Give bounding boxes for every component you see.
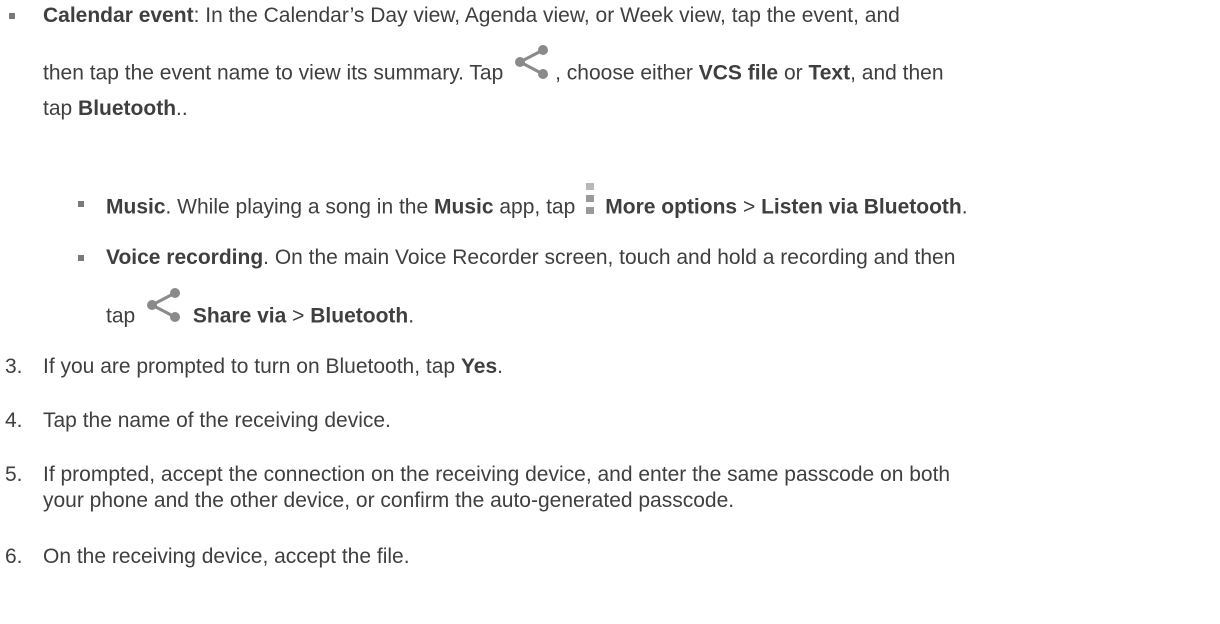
calendar-event-title: Calendar event [43, 4, 194, 27]
music-text: . While playing a song in the [165, 195, 429, 219]
bullet-marker [78, 201, 84, 207]
music-title: Music [106, 195, 166, 219]
step-text: If you are prompted to turn on Bluetooth… [43, 355, 461, 378]
voice-recording-title: Voice recording [106, 246, 264, 269]
step-number: 5. [5, 463, 23, 486]
bullet-marker [9, 13, 15, 19]
step-number: 3. [5, 355, 23, 378]
calendar-event-text: or [783, 61, 803, 85]
voice-recording-line-1: Voice recording. On the main Voice Recor… [106, 245, 955, 271]
calendar-event-text: .. [176, 97, 188, 120]
share-icon [145, 288, 183, 322]
share-icon [513, 45, 551, 79]
step-text: If prompted, accept the connection on th… [43, 463, 951, 486]
calendar-event-line-2: then tap the event name to view its summ… [43, 45, 944, 91]
step-4-text: Tap the name of the receiving device. [43, 408, 391, 434]
calendar-event-text: , choose either [555, 61, 693, 85]
calendar-event-line-3: tap Bluetooth.. [43, 96, 188, 122]
bullet-marker [78, 255, 84, 261]
step-text: your phone and the other device, or conf… [43, 489, 735, 512]
step-3-text: If you are prompted to turn on Bluetooth… [43, 354, 503, 380]
bluetooth-option: Bluetooth [78, 97, 177, 120]
calendar-event-line-1: Calendar event: In the Calendar’s Day vi… [43, 3, 900, 29]
calendar-event-text: : In the Calendar’s Day view, Agenda vie… [193, 4, 900, 27]
music-app-name: Music [434, 195, 494, 219]
bluetooth-option: Bluetooth [310, 304, 409, 328]
music-line: Music. While playing a song in the Music… [106, 183, 968, 225]
share-via-label: Share via [192, 304, 287, 328]
step-text: . [497, 355, 503, 378]
calendar-event-text: , and then [850, 61, 944, 85]
step-number: 6. [5, 545, 23, 568]
vcs-file-option: VCS file [698, 61, 779, 85]
voice-recording-text: . On the main Voice Recorder screen, tou… [263, 246, 956, 269]
step-text: On the receiving device, accept the file… [43, 545, 410, 568]
calendar-event-text: then tap the event name to view its summ… [43, 61, 504, 85]
more-options-label: More options [605, 195, 738, 219]
voice-recording-line-2: tap Share via > Bluetooth. [106, 288, 415, 334]
music-text: . [961, 195, 968, 219]
step-5-text-line-1: If prompted, accept the connection on th… [43, 462, 950, 488]
text-option: Text [808, 61, 851, 85]
step-6-text: On the receiving device, accept the file… [43, 544, 410, 570]
step-number: 4. [5, 409, 23, 432]
more-options-icon [583, 183, 597, 217]
step-text: Tap the name of the receiving device. [43, 409, 391, 432]
music-text: app, tap [499, 195, 576, 219]
separator: > [742, 195, 756, 219]
step-5-text-line-2: your phone and the other device, or conf… [43, 488, 734, 514]
listen-via-bluetooth-label: Listen via Bluetooth [761, 195, 962, 219]
calendar-event-text: tap [43, 97, 73, 120]
voice-recording-text: . [408, 304, 415, 328]
yes-option: Yes [460, 355, 498, 378]
separator: > [292, 304, 305, 328]
voice-recording-text: tap [106, 304, 136, 328]
